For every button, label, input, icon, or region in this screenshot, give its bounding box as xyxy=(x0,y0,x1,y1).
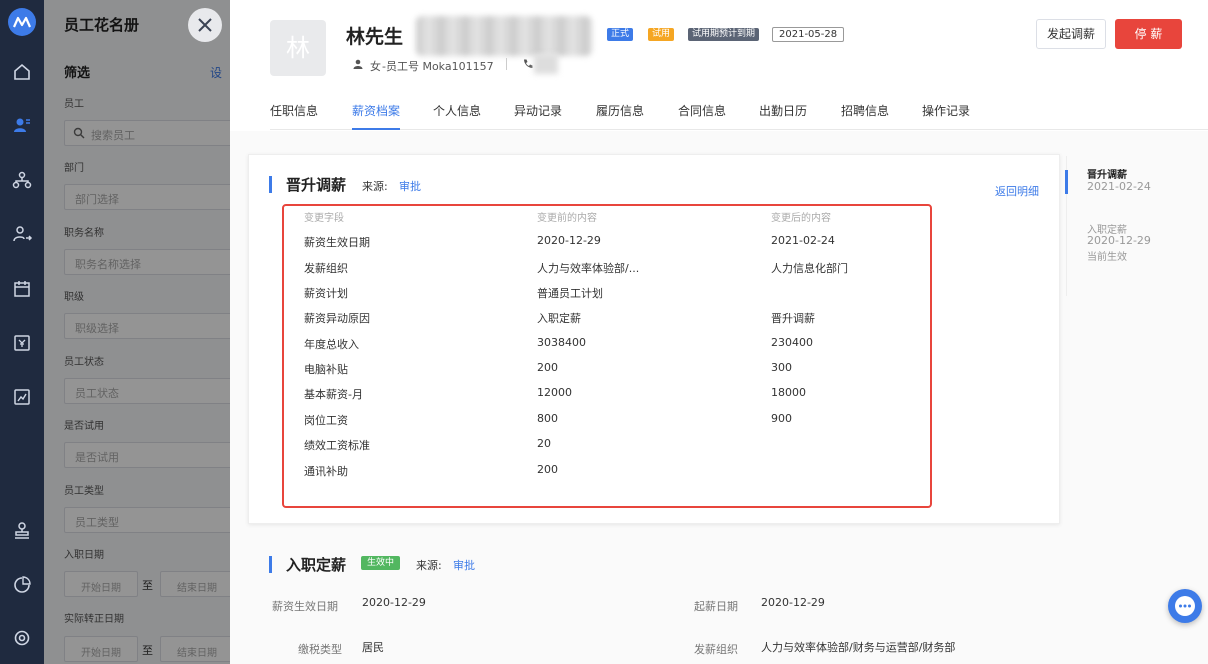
field-name: 通讯补助 xyxy=(304,465,348,478)
source-approval-link[interactable]: 审批 xyxy=(453,557,475,573)
employee-drawer: 林 林先生 正式 试用 试用期预计到期 2021-05-28 女 -员工号 Mo… xyxy=(230,0,1208,664)
settings-icon[interactable] xyxy=(10,626,34,650)
field-name: 岗位工资 xyxy=(304,414,348,427)
initiate-salary-adjustment-button[interactable]: 发起调薪 xyxy=(1036,19,1106,49)
source-approval-link[interactable]: 审批 xyxy=(399,178,421,194)
timeline-item-note: 当前生效 xyxy=(1087,252,1127,263)
field-value: 2020-12-29 xyxy=(362,596,426,609)
field-name: 薪资生效日期 xyxy=(304,236,370,249)
column-header: 变更前的内容 xyxy=(537,213,597,224)
close-icon xyxy=(198,18,212,32)
employee-number: -员工号 Moka101157 xyxy=(382,60,494,73)
stop-salary-button[interactable]: 停 薪 xyxy=(1115,19,1182,49)
pie-chart-icon[interactable] xyxy=(10,573,34,597)
tab-resume[interactable]: 履历信息 xyxy=(596,102,644,130)
section-marker xyxy=(269,556,272,573)
app-rail xyxy=(0,0,44,664)
person-icon xyxy=(353,59,363,69)
field-name: 薪资异动原因 xyxy=(304,312,370,325)
tab-job-info[interactable]: 任职信息 xyxy=(270,102,318,130)
field-name: 基本薪资-月 xyxy=(304,388,363,401)
tab-change-records[interactable]: 异动记录 xyxy=(514,102,562,130)
chat-button[interactable] xyxy=(1168,589,1202,623)
tab-operation-log[interactable]: 操作记录 xyxy=(922,102,970,130)
source-label: 来源: xyxy=(416,559,442,572)
gender: 女 xyxy=(370,60,381,73)
back-to-detail-link[interactable]: 返回明细 xyxy=(995,183,1039,199)
tab-personal-info[interactable]: 个人信息 xyxy=(433,102,481,130)
tab-salary-archive[interactable]: 薪资档案 xyxy=(352,102,401,130)
field-value: 人力与效率体验部/财务与运营部/财务部 xyxy=(761,641,956,654)
divider xyxy=(506,58,507,70)
redacted-phone xyxy=(534,54,558,74)
tab-recruitment[interactable]: 招聘信息 xyxy=(841,102,889,130)
field-value: 居民 xyxy=(362,641,384,654)
old-value: 普通员工计划 xyxy=(537,287,603,300)
old-value: 12000 xyxy=(537,386,572,399)
new-value: 晋升调薪 xyxy=(771,312,815,325)
tab-bar: 任职信息 薪资档案 个人信息 异动记录 履历信息 合同信息 出勤日历 招聘信息 … xyxy=(270,102,1208,130)
payslip-icon[interactable] xyxy=(10,331,34,355)
chat-icon xyxy=(1175,596,1195,616)
field-name: 电脑补贴 xyxy=(304,363,348,376)
field-name: 薪资计划 xyxy=(304,287,348,300)
people-icon[interactable] xyxy=(10,113,34,137)
field-label: 发薪组织 xyxy=(694,643,738,656)
field-name: 发薪组织 xyxy=(304,262,348,275)
timeline-active-marker xyxy=(1065,170,1068,194)
old-value: 人力与效率体验部/... xyxy=(537,262,640,275)
avatar: 林 xyxy=(270,20,326,76)
highlight-box xyxy=(282,204,932,508)
employee-name: 林先生 xyxy=(346,26,404,48)
new-value: 900 xyxy=(771,412,792,425)
new-value: 2021-02-24 xyxy=(771,234,835,247)
stamp-icon[interactable] xyxy=(10,518,34,542)
timeline-item-date: 2020-12-29 xyxy=(1087,234,1151,247)
phone-icon xyxy=(524,59,533,68)
column-header: 变更后的内容 xyxy=(771,213,831,224)
old-value: 800 xyxy=(537,412,558,425)
field-label: 起薪日期 xyxy=(694,600,738,613)
tab-contracts[interactable]: 合同信息 xyxy=(678,102,726,130)
status-badge-probation: 试用 xyxy=(648,28,675,41)
report-icon[interactable] xyxy=(10,385,34,409)
tab-attendance[interactable]: 出勤日历 xyxy=(759,102,807,130)
probation-due-date: 2021-05-28 xyxy=(772,27,845,42)
user-transfer-icon[interactable] xyxy=(10,222,34,246)
org-chart-icon[interactable] xyxy=(10,168,34,192)
new-value: 人力信息化部门 xyxy=(771,262,848,275)
section-title: 入职定薪 xyxy=(286,556,347,574)
field-value: 2020-12-29 xyxy=(761,596,825,609)
close-drawer-button[interactable] xyxy=(188,8,222,42)
modal-overlay[interactable] xyxy=(44,0,230,664)
status-badge-probation-due: 试用期预计到期 xyxy=(688,28,760,41)
section-title: 晋升调薪 xyxy=(286,176,347,194)
new-value: 230400 xyxy=(771,336,813,349)
calendar-icon[interactable] xyxy=(10,277,34,301)
new-value: 18000 xyxy=(771,386,806,399)
status-badge: 生效中 xyxy=(361,556,401,570)
old-value: 20 xyxy=(537,437,551,450)
column-header: 变更字段 xyxy=(304,213,344,224)
old-value: 200 xyxy=(537,463,558,476)
field-label: 薪资生效日期 xyxy=(272,600,338,613)
field-name: 绩效工资标准 xyxy=(304,439,370,452)
timeline-item-date: 2021-02-24 xyxy=(1087,180,1151,193)
old-value: 3038400 xyxy=(537,336,586,349)
section-marker xyxy=(269,176,272,193)
old-value: 2020-12-29 xyxy=(537,234,601,247)
field-name: 年度总收入 xyxy=(304,338,359,351)
redacted-area xyxy=(416,16,592,56)
home-icon[interactable] xyxy=(10,60,34,84)
old-value: 入职定薪 xyxy=(537,312,581,325)
old-value: 200 xyxy=(537,361,558,374)
source-label: 来源: xyxy=(362,180,388,193)
field-label: 缴税类型 xyxy=(298,643,342,656)
logo-icon[interactable] xyxy=(8,8,36,36)
new-value: 300 xyxy=(771,361,792,374)
timeline-item-title[interactable]: 晋升调薪 xyxy=(1087,166,1127,181)
status-badge-formal: 正式 xyxy=(607,28,634,41)
